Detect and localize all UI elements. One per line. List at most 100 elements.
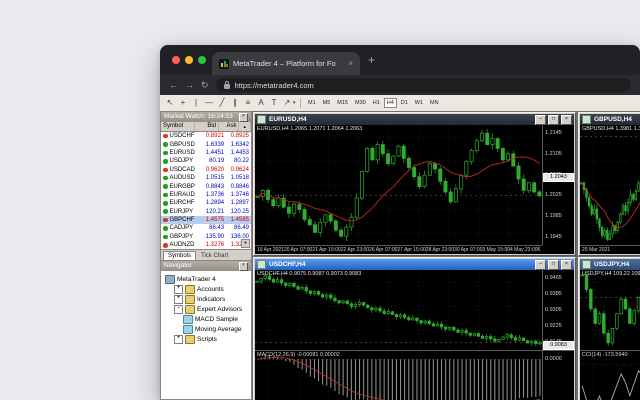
arrows-tool-icon[interactable]: ↗ (281, 98, 293, 108)
expand-icon[interactable]: + (174, 335, 183, 344)
market-watch-row-eurchf[interactable]: EURCHF1.28941.2897 (161, 199, 251, 207)
eurusd-candlestick-chart[interactable] (255, 125, 542, 245)
navigator-item-scripts[interactable]: +Scripts (163, 334, 251, 344)
market-watch-row-eurusd[interactable]: EURUSD1.44511.4453 (161, 149, 251, 157)
tab-close-icon[interactable]: × (348, 59, 353, 68)
window-close-button[interactable] (172, 56, 180, 64)
usdjpy-titlebar[interactable]: USDJPY,H4 – □ × (580, 259, 640, 270)
axis-label: 0.0000 (545, 356, 574, 362)
usdchf-candlestick-chart[interactable] (255, 270, 542, 350)
market-watch-row-gbpusd[interactable]: GBPUSD1.63391.6342 (161, 140, 251, 148)
navigator-titlebar[interactable]: Navigator × (161, 261, 251, 271)
address-bar[interactable]: https://metatrader4.com (216, 78, 631, 92)
horizontal-line-tool-icon[interactable]: — (203, 98, 215, 108)
bid-value: 1.4451 (199, 149, 224, 157)
chart-minimize-button[interactable]: – (535, 260, 546, 270)
market-watch-row-gbpchf[interactable]: GBPCHF1.45751.4585 (161, 216, 251, 224)
equidistant-channel-tool-icon[interactable]: ∥ (229, 98, 241, 108)
market-watch-row-euraud[interactable]: EURAUD1.37361.3746 (161, 191, 251, 199)
scroll-down-icon[interactable]: ▼ (241, 239, 250, 248)
market-watch-row-audnzd[interactable]: AUDNZD1.32761.3286 (161, 241, 251, 249)
chart-minimize-button[interactable]: – (535, 115, 546, 125)
usdjpy-candlestick-chart[interactable] (580, 270, 640, 350)
vertical-line-tool-icon[interactable]: | (190, 98, 202, 108)
navigator-item-moving-average[interactable]: Moving Average (163, 324, 251, 334)
back-icon[interactable]: ← (169, 80, 178, 90)
usdchf-chart-area[interactable]: USDCHF,H4 0.9075 0.9087 0.9073 0.9083 MA… (255, 270, 574, 400)
timeframe-mn[interactable]: MN (427, 98, 442, 108)
timeframe-d1[interactable]: D1 (398, 98, 411, 108)
gbpusd-candlestick-chart[interactable] (580, 125, 640, 245)
usdjpy-chart-area[interactable]: USDJPY,H4 109.22 109.41 CCI(14) -173.594… (580, 270, 640, 400)
window-zoom-button[interactable] (198, 56, 206, 64)
usdchf-titlebar[interactable]: USDCHF,H4 – □ × (255, 259, 574, 270)
navigator-item-expert-advisors[interactable]: −Expert Advisors (163, 304, 251, 314)
market-watch-close-icon[interactable]: × (239, 113, 248, 122)
market-watch-row-gbpjpy[interactable]: GBPJPY135.90136.00 (161, 233, 251, 241)
browser-tab[interactable]: MetaTrader 4 – Platform for Fo × (212, 52, 360, 75)
indicator-separator[interactable] (255, 350, 574, 351)
timeframe-m15[interactable]: M15 (334, 98, 351, 108)
cursor-tool-icon[interactable]: ↖ (164, 98, 176, 108)
timeframe-m1[interactable]: M1 (305, 98, 319, 108)
arrows-dropdown-icon[interactable]: ▾ (293, 100, 296, 106)
column-ask[interactable]: Ask (219, 122, 239, 131)
timeframe-h1[interactable]: H1 (370, 98, 383, 108)
market-watch-row-audusd[interactable]: AUDUSD1.05151.0518 (161, 174, 251, 182)
indicator-separator[interactable] (580, 350, 640, 351)
text-tool-icon[interactable]: T (268, 98, 280, 108)
market-watch-titlebar[interactable]: Market Watch: 16:24:53 × (161, 112, 251, 122)
bid-value: 1.3736 (199, 191, 224, 199)
collapse-icon[interactable]: − (174, 305, 183, 314)
navigator-item-accounts[interactable]: +Accounts (163, 284, 251, 294)
crosshair-tool-icon[interactable]: + (177, 98, 189, 108)
fibonacci-tool-icon[interactable]: ≡ (242, 98, 254, 108)
new-tab-button[interactable]: + (368, 54, 375, 66)
chart-close-button[interactable]: × (561, 115, 572, 125)
timeframe-m5[interactable]: M5 (320, 98, 334, 108)
timeframe-h4[interactable]: H4 (384, 98, 397, 108)
market-watch-row-cadjpy[interactable]: CADJPY86.4386.49 (161, 224, 251, 232)
navigator-item-label: Moving Average (195, 326, 242, 333)
time-label: 29 Mar 2021 (582, 247, 610, 253)
chart-icon (257, 260, 266, 269)
axis-label: 0.9225 (545, 323, 574, 329)
chart-close-button[interactable]: × (561, 260, 572, 270)
market-watch-row-eurjpy[interactable]: EURJPY120.21120.25 (161, 208, 251, 216)
text-label-tool-icon[interactable]: A (255, 98, 267, 108)
scroll-up-icon[interactable]: ▲ (239, 122, 251, 131)
timeframe-w1[interactable]: W1 (412, 98, 426, 108)
timeframe-m30[interactable]: M30 (352, 98, 369, 108)
chart-maximize-button[interactable]: □ (548, 115, 559, 125)
usdjpy-cci-chart[interactable] (580, 351, 640, 400)
eurusd-titlebar[interactable]: EURUSD,H4 – □ × (255, 114, 574, 125)
navigator-item-metatrader-4[interactable]: MetaTrader 4 (163, 274, 251, 284)
market-watch-row-usdjpy[interactable]: USDJPY80.1980.22 (161, 157, 251, 165)
eurusd-chart-area[interactable]: EURUSD,H4 1.2065 1.2071 1.2064 1.2063 1.… (255, 125, 574, 254)
usdchf-macd-chart[interactable] (255, 351, 542, 400)
gbpusd-chart-area[interactable]: GBPUSD,H4 1.3981 1.3985 29 Mar 20211 Apr… (580, 125, 640, 254)
expand-icon[interactable]: + (174, 285, 183, 294)
usdchf-title: USDCHF,H4 (269, 261, 305, 268)
trendline-tool-icon[interactable]: ╱ (216, 98, 228, 108)
gbpusd-titlebar[interactable]: GBPUSD,H4 – □ × (580, 114, 640, 125)
ask-value: 0.8846 (224, 183, 251, 191)
up-dot-icon (163, 151, 168, 156)
expand-icon[interactable]: + (174, 295, 183, 304)
window-minimize-button[interactable] (185, 56, 193, 64)
forward-icon[interactable]: → (185, 80, 194, 90)
navigator-item-label: MACD Sample (195, 316, 238, 323)
column-symbol[interactable]: Symbol (161, 122, 195, 131)
column-bid[interactable]: Bid (195, 122, 219, 131)
reload-icon[interactable]: ↻ (201, 80, 209, 90)
navigator-close-icon[interactable]: × (239, 262, 248, 271)
chart-maximize-button[interactable]: □ (548, 260, 559, 270)
market-watch-row-eurgbp[interactable]: EURGBP0.88430.8846 (161, 182, 251, 190)
navigator-item-macd-sample[interactable]: MACD Sample (163, 314, 251, 324)
navigator-item-indicators[interactable]: +Indicators (163, 294, 251, 304)
eurusd-current-price: 1.2043 (543, 173, 574, 182)
bid-value: 0.8843 (199, 183, 224, 191)
tab-title: MetaTrader 4 – Platform for Fo (233, 59, 344, 68)
market-watch-row-usdcad[interactable]: USDCAD0.96200.9624 (161, 166, 251, 174)
market-watch-row-usdchf[interactable]: USDCHF0.89210.8925 (161, 132, 251, 140)
